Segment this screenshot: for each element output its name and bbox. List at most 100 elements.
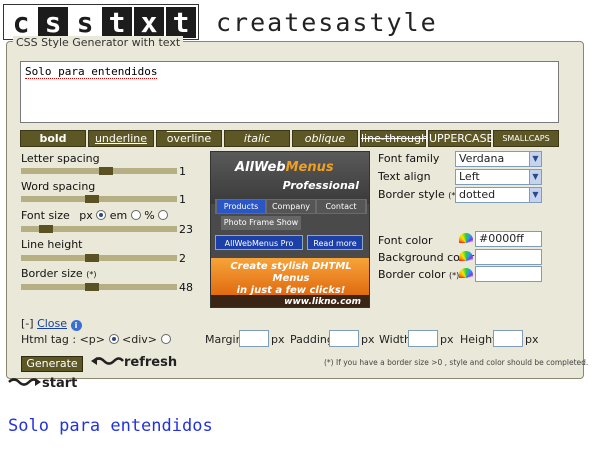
- letter-spacing-value: 1: [179, 165, 186, 178]
- ad-tab: Contact: [317, 200, 365, 213]
- border-color-text: Border color: [378, 268, 446, 281]
- line-height-slider[interactable]: [21, 254, 177, 262]
- slider-thumb[interactable]: [85, 283, 99, 291]
- start-link[interactable]: start: [8, 376, 77, 391]
- slider-thumb[interactable]: [85, 254, 99, 262]
- border-style-label: Border style (*): [378, 188, 459, 201]
- ad-submenu-item: Photo Frame Show: [221, 216, 301, 230]
- pct-radio[interactable]: [158, 210, 169, 220]
- tag-p-radio[interactable]: [108, 334, 119, 344]
- panel-legend: CSS Style Generator with text: [13, 36, 184, 49]
- ad-slogan-line: Create stylish DHTML Menus: [230, 261, 352, 284]
- slider-thumb[interactable]: [85, 195, 99, 203]
- allwebmenus-ad[interactable]: AllWebMenus Professional Products Compan…: [210, 151, 370, 308]
- font-family-select[interactable]: Verdana ▼: [455, 151, 542, 167]
- required-note: (*): [448, 271, 460, 280]
- color-picker-icon[interactable]: [459, 251, 473, 261]
- logo: c s s t x t: [3, 4, 199, 40]
- font-family-label: Font family: [378, 152, 440, 165]
- width-label: Width: [379, 333, 411, 346]
- width-input[interactable]: [408, 330, 438, 347]
- tag-div-label: <div>: [122, 333, 157, 346]
- word-spacing-label: Word spacing: [21, 180, 96, 193]
- em-unit-label: em: [109, 209, 128, 222]
- line-through-button[interactable]: line-through: [360, 130, 428, 147]
- font-size-label: Font size px em %: [21, 209, 169, 222]
- border-style-text: Border style: [378, 188, 445, 201]
- color-picker-icon[interactable]: [459, 268, 473, 278]
- refresh-label: refresh: [124, 355, 178, 370]
- padding-input[interactable]: [329, 330, 359, 347]
- margin-input[interactable]: [239, 330, 269, 347]
- border-color-input[interactable]: [475, 266, 542, 282]
- margin-label: Margin: [205, 333, 243, 346]
- wavy-arrow-icon: [8, 378, 41, 386]
- border-note: (*) If you have a border size >0 , style…: [324, 358, 589, 367]
- px-unit-label: px: [79, 209, 93, 222]
- background-color-input[interactable]: [475, 249, 542, 265]
- color-picker-icon[interactable]: [459, 233, 473, 243]
- html-tag-label: Html tag :: [21, 333, 77, 346]
- ad-brand: AllWebMenus: [235, 160, 334, 175]
- height-input[interactable]: [493, 330, 523, 347]
- close-link[interactable]: Close: [37, 317, 67, 330]
- text-align-value: Left: [459, 170, 480, 183]
- uppercase-button[interactable]: UPPERCASE: [428, 130, 494, 147]
- word-spacing-value: 1: [179, 193, 186, 206]
- info-icon[interactable]: i: [70, 320, 82, 331]
- chevron-down-icon: ▼: [529, 170, 541, 184]
- logo-letter: x: [134, 7, 164, 38]
- px-label: px: [271, 333, 285, 346]
- ad-tab: Products: [217, 200, 265, 213]
- tag-div-radio[interactable]: [160, 334, 171, 344]
- word-spacing-slider[interactable]: [21, 195, 177, 203]
- oblique-button[interactable]: oblique: [292, 130, 358, 147]
- close-toggle[interactable]: [-] Close i: [21, 317, 82, 331]
- slider-thumb[interactable]: [99, 167, 113, 175]
- text-value: Solo para entendidos: [25, 65, 158, 79]
- ad-brand-b: Menus: [285, 160, 334, 175]
- text-align-select[interactable]: Left ▼: [455, 169, 542, 185]
- start-label: start: [42, 376, 78, 391]
- ad-brand-a: AllWeb: [235, 160, 286, 175]
- font-size-text: Font size: [21, 209, 70, 222]
- ad-url: www.likno.com: [211, 295, 369, 307]
- logo-letter: t: [166, 7, 196, 38]
- refresh-link[interactable]: refresh: [90, 355, 177, 370]
- border-color-label: Border color (*): [378, 268, 459, 281]
- px-radio[interactable]: [96, 210, 107, 220]
- smallcaps-button[interactable]: SMALLCAPS: [493, 130, 559, 147]
- ad-read-more: Read more: [307, 235, 363, 250]
- italic-button[interactable]: italic: [224, 130, 290, 147]
- underline-button[interactable]: underline: [88, 130, 154, 147]
- required-note: (*): [86, 270, 97, 279]
- pct-unit-label: %: [144, 209, 155, 222]
- border-style-select[interactable]: dotted ▼: [455, 187, 542, 203]
- border-size-value: 48: [179, 281, 193, 294]
- output-preview: Solo para entendidos: [8, 416, 213, 436]
- border-size-text: Border size: [21, 267, 83, 280]
- logo-letter: s: [38, 7, 68, 38]
- text-input-area[interactable]: Solo para entendidos: [20, 61, 559, 123]
- height-label: Height: [460, 333, 497, 346]
- chevron-down-icon: ▼: [529, 152, 541, 166]
- font-color-input[interactable]: #0000ff: [475, 231, 542, 247]
- em-radio[interactable]: [130, 210, 141, 220]
- padding-label: Padding: [290, 333, 334, 346]
- font-family-value: Verdana: [459, 152, 505, 165]
- ad-slogan: Create stylish DHTML Menus in just a few…: [217, 261, 365, 297]
- wavy-arrow-icon: [91, 357, 124, 365]
- letter-spacing-slider[interactable]: [21, 167, 177, 175]
- bold-button[interactable]: bold: [20, 130, 86, 147]
- chevron-down-icon: ▼: [529, 188, 541, 202]
- border-size-slider[interactable]: [21, 283, 177, 291]
- line-height-label: Line height: [21, 238, 83, 251]
- generate-button[interactable]: Generate: [21, 356, 83, 372]
- letter-spacing-label: Letter spacing: [21, 152, 100, 165]
- font-size-slider[interactable]: [21, 225, 177, 233]
- font-color-label: Font color: [378, 234, 433, 247]
- ad-edition: Professional: [282, 179, 359, 192]
- slider-thumb[interactable]: [39, 225, 53, 233]
- px-label: px: [525, 333, 539, 346]
- overline-button[interactable]: overline: [156, 130, 222, 147]
